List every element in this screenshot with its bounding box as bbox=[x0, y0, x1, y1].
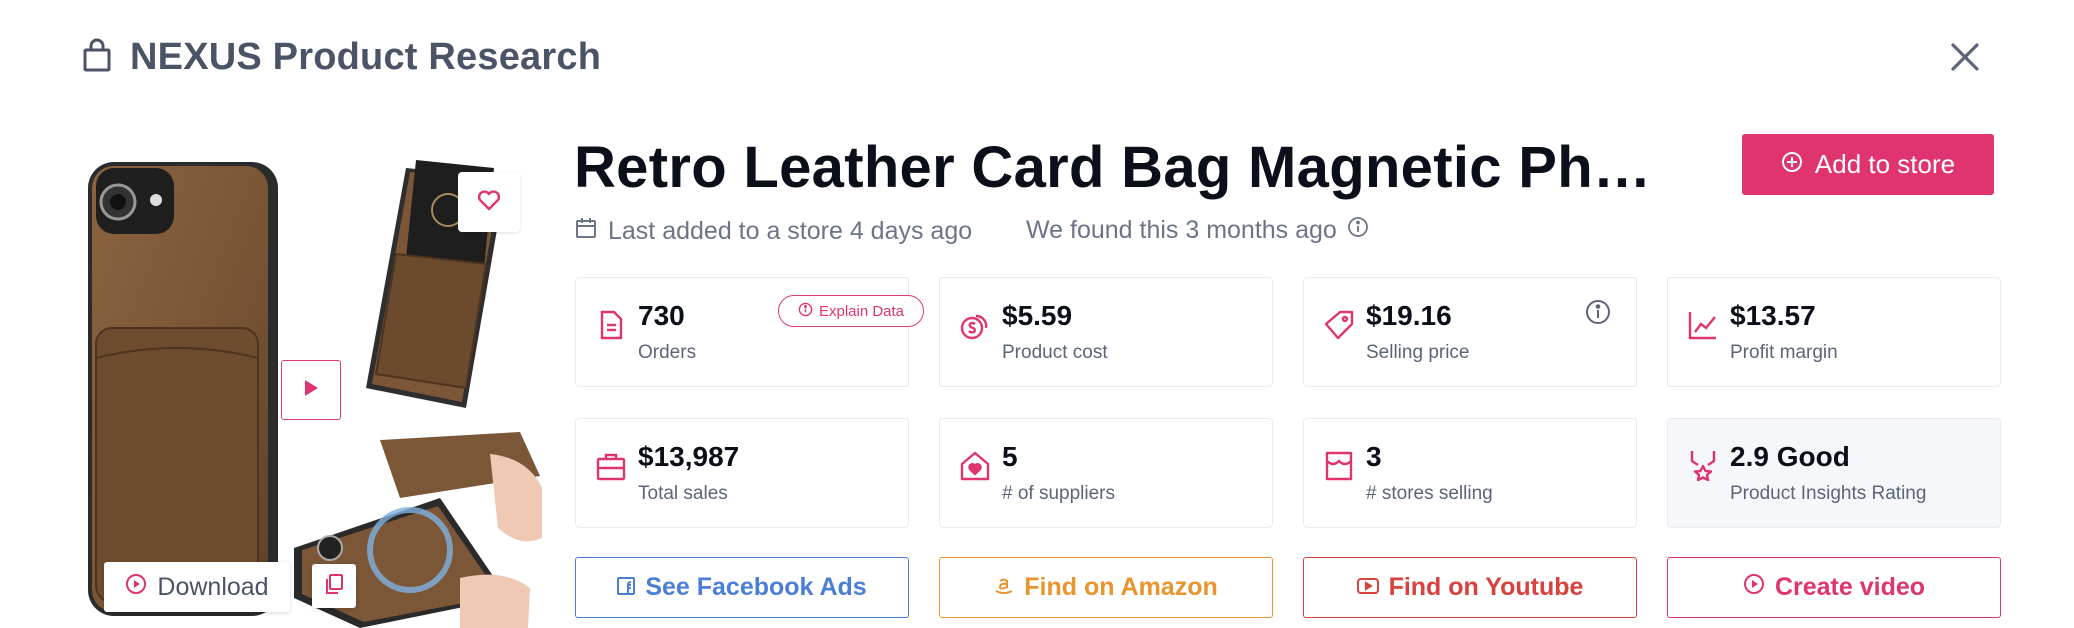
favorite-button[interactable] bbox=[458, 172, 520, 232]
download-button[interactable]: Download bbox=[104, 562, 290, 612]
add-to-store-button[interactable]: Add to store bbox=[1742, 134, 1994, 195]
calendar-icon bbox=[574, 216, 598, 247]
stat-value: 730 bbox=[638, 300, 685, 331]
stat-label: Orders bbox=[638, 342, 697, 363]
stat-label: Profit margin bbox=[1730, 342, 1838, 363]
facebook-icon bbox=[617, 573, 636, 602]
stat-label: Product cost bbox=[1002, 342, 1108, 363]
stat-card-stores-selling: 3 # stores selling bbox=[1303, 418, 1637, 528]
create-video-button[interactable]: Create video bbox=[1667, 557, 2001, 618]
found-text: We found this 3 months ago bbox=[1026, 216, 1337, 244]
find-on-amazon-label: Find on Amazon bbox=[1024, 573, 1218, 601]
copy-button[interactable] bbox=[312, 564, 356, 608]
stat-card-total-sales: $13,987 Total sales bbox=[575, 418, 909, 528]
product-title: Retro Leather Card Bag Magnetic Pho... bbox=[574, 135, 1654, 200]
document-icon bbox=[594, 308, 628, 342]
create-video-label: Create video bbox=[1774, 573, 1926, 601]
close-button[interactable] bbox=[1942, 36, 1988, 82]
play-circle-icon bbox=[1743, 573, 1765, 602]
youtube-icon bbox=[1356, 573, 1379, 602]
find-on-youtube-button[interactable]: Find on Youtube bbox=[1303, 557, 1637, 618]
info-icon bbox=[798, 302, 813, 321]
info-icon[interactable] bbox=[1347, 216, 1369, 245]
tag-icon bbox=[1322, 308, 1356, 342]
shopping-bag-icon bbox=[82, 38, 112, 77]
plus-circle-icon bbox=[1781, 149, 1803, 180]
stat-label: # of suppliers bbox=[1002, 483, 1116, 504]
stat-value: $13.57 bbox=[1730, 300, 1816, 331]
play-circle-icon bbox=[125, 573, 147, 602]
briefcase-icon bbox=[594, 449, 628, 483]
play-icon bbox=[303, 379, 319, 402]
stat-label: Selling price bbox=[1366, 342, 1470, 363]
chart-line-icon bbox=[1686, 308, 1720, 342]
modal-title: NEXUS Product Research bbox=[130, 36, 602, 78]
product-image-main[interactable] bbox=[82, 158, 282, 618]
coins-icon bbox=[958, 308, 992, 342]
last-added-text: Last added to a store 4 days ago bbox=[608, 217, 973, 245]
last-added-info: Last added to a store 4 days ago bbox=[574, 216, 972, 247]
stat-card-suppliers: 5 # of suppliers bbox=[939, 418, 1273, 528]
play-video-button[interactable] bbox=[281, 360, 341, 420]
stat-value: 2.9 Good bbox=[1730, 441, 1850, 472]
house-heart-icon bbox=[958, 449, 992, 483]
stat-card-profit-margin: $13.57 Profit margin bbox=[1667, 277, 2001, 387]
stat-label: Total sales bbox=[638, 483, 728, 504]
find-on-amazon-button[interactable]: Find on Amazon bbox=[939, 557, 1273, 618]
stat-card-selling-price: $19.16 Selling price bbox=[1303, 277, 1637, 387]
amazon-icon bbox=[994, 573, 1014, 602]
find-on-youtube-label: Find on Youtube bbox=[1388, 573, 1584, 601]
found-info: We found this 3 months ago bbox=[1026, 216, 1369, 245]
copy-icon bbox=[324, 573, 344, 600]
stat-label: # stores selling bbox=[1366, 483, 1493, 504]
store-icon bbox=[1322, 449, 1356, 483]
award-icon bbox=[1686, 449, 1720, 483]
explain-data-button[interactable]: Explain Data bbox=[778, 295, 924, 327]
stat-value: 3 bbox=[1366, 441, 1382, 472]
stat-card-insights-rating: 2.9 Good Product Insights Rating bbox=[1667, 418, 2001, 528]
add-to-store-label: Add to store bbox=[1814, 149, 1956, 179]
stat-label: Product Insights Rating bbox=[1730, 483, 1927, 504]
stat-value: $5.59 bbox=[1002, 300, 1073, 331]
close-icon bbox=[1950, 42, 1980, 77]
stat-value: 5 bbox=[1002, 441, 1018, 472]
stat-value: $13,987 bbox=[638, 441, 740, 472]
see-facebook-ads-label: See Facebook Ads bbox=[645, 573, 867, 601]
download-label: Download bbox=[157, 572, 269, 601]
see-facebook-ads-button[interactable]: See Facebook Ads bbox=[575, 557, 909, 618]
modal-header: NEXUS Product Research bbox=[82, 36, 601, 79]
stat-card-orders: 730 Orders bbox=[575, 277, 909, 387]
heart-icon bbox=[477, 189, 501, 216]
explain-data-label: Explain Data bbox=[818, 302, 905, 320]
stat-card-product-cost: $5.59 Product cost bbox=[939, 277, 1273, 387]
stat-value: $19.16 bbox=[1366, 300, 1452, 331]
selling-price-info-icon[interactable] bbox=[1584, 298, 1612, 326]
